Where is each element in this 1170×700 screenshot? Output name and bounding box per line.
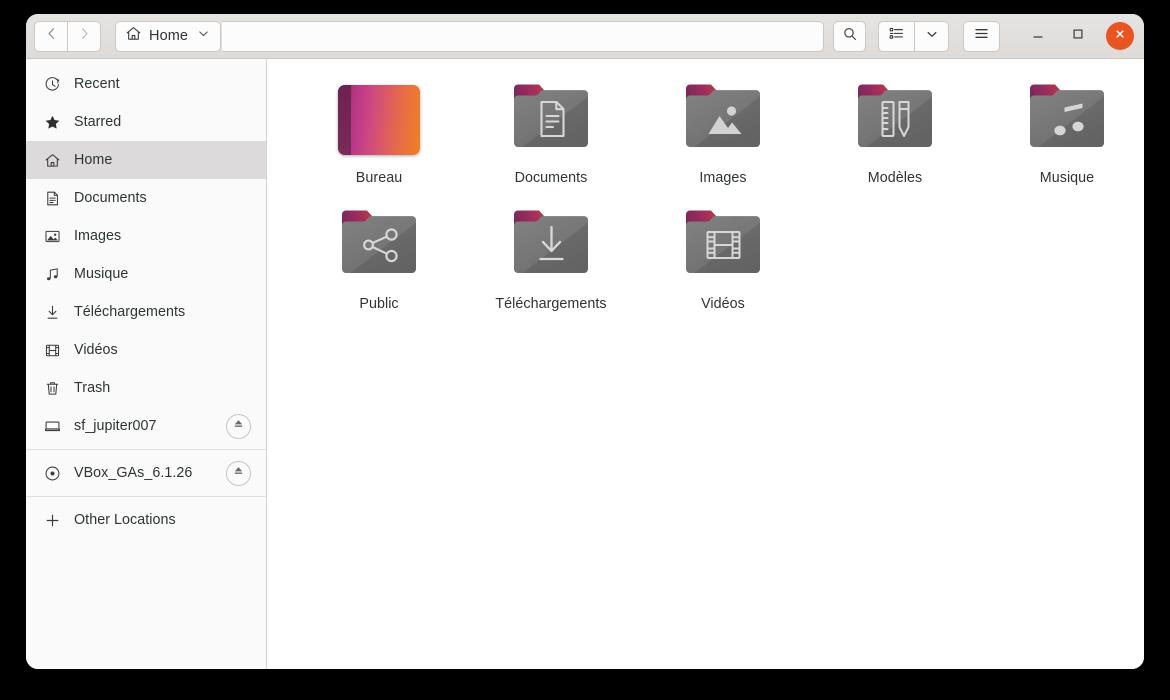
folder-icon	[852, 75, 938, 161]
maximize-icon	[1070, 26, 1086, 47]
home-icon	[43, 151, 61, 169]
eject-button[interactable]	[226, 413, 251, 439]
sidebar-item-label: Vidéos	[74, 342, 118, 358]
sidebar-item-home[interactable]: Home	[26, 141, 266, 179]
folder-icon	[680, 201, 766, 287]
chevron-down-icon	[925, 27, 939, 46]
sidebar-item-sf-jupiter007[interactable]: sf_jupiter007	[26, 407, 266, 445]
minimize-button[interactable]	[1024, 22, 1052, 50]
wallpaper-thumbnail	[338, 85, 420, 155]
eject-button[interactable]	[226, 460, 251, 486]
hamburger-menu-icon	[973, 25, 990, 47]
disc-icon	[43, 464, 61, 482]
file-item-label: Bureau	[355, 170, 403, 186]
maximize-button[interactable]	[1064, 22, 1092, 50]
sidebar-item-label: Musique	[74, 266, 129, 282]
file-item[interactable]: Public	[293, 199, 465, 312]
sidebar-item-label: VBox_GAs_6.1.26	[74, 465, 193, 481]
headerbar: Home	[26, 14, 1144, 59]
icon-grid: Bureau Documents Images Modèles Musique Publi…	[293, 73, 1134, 312]
sidebar-separator	[26, 496, 266, 497]
drive-icon	[43, 417, 61, 435]
forward-button[interactable]	[67, 20, 101, 52]
file-item[interactable]: Modèles	[809, 73, 981, 186]
view-controls	[878, 20, 949, 52]
sidebar-item-starred[interactable]: Starred	[26, 103, 266, 141]
home-icon	[125, 25, 142, 47]
sidebar-item-trash[interactable]: Trash	[26, 369, 266, 407]
file-item-label: Images	[699, 170, 747, 186]
file-item[interactable]: Vidéos	[637, 199, 809, 312]
close-button[interactable]	[1106, 22, 1134, 50]
window-body: Recent Starred Home Documents Images Musique T…	[26, 59, 1144, 669]
clock-icon	[43, 75, 61, 93]
image-icon	[43, 227, 61, 245]
folder-icon	[336, 201, 422, 287]
sidebar: Recent Starred Home Documents Images Musique T…	[26, 59, 267, 669]
sidebar-item-musique[interactable]: Musique	[26, 255, 266, 293]
file-item-label: Modèles	[867, 170, 923, 186]
video-icon	[43, 341, 61, 359]
chevron-down-icon	[197, 27, 210, 45]
eject-icon	[232, 464, 245, 482]
chevron-left-icon	[44, 26, 59, 46]
music-icon	[43, 265, 61, 283]
file-item[interactable]: Téléchargements	[465, 199, 637, 312]
pathbar-label: Home	[149, 28, 189, 44]
sidebar-item-vbox-gas-6-1-26[interactable]: VBox_GAs_6.1.26	[26, 454, 266, 492]
navigation-buttons	[34, 20, 101, 52]
file-item[interactable]: Bureau	[293, 73, 465, 186]
file-item[interactable]: Musique	[981, 73, 1144, 186]
folder-icon	[1024, 75, 1110, 161]
file-item[interactable]: Documents	[465, 73, 637, 186]
sidebar-item-images[interactable]: Images	[26, 217, 266, 255]
document-icon	[43, 189, 61, 207]
close-icon	[1113, 27, 1127, 46]
plus-icon	[43, 511, 61, 529]
location-entry[interactable]	[222, 20, 824, 52]
download-icon	[43, 303, 61, 321]
minimize-icon	[1030, 26, 1046, 47]
file-item-label: Musique	[1039, 170, 1095, 186]
main-menu-button[interactable]	[963, 20, 1000, 52]
back-button[interactable]	[34, 20, 68, 52]
search-icon	[842, 26, 858, 47]
sidebar-item-label: Recent	[74, 76, 120, 92]
sidebar-item-label: Starred	[74, 114, 122, 130]
chevron-right-icon	[77, 26, 92, 46]
list-view-icon	[888, 25, 905, 47]
sidebar-item-other-locations[interactable]: Other Locations	[26, 501, 266, 539]
eject-icon	[232, 417, 245, 435]
file-item-label: Documents	[514, 170, 588, 186]
sidebar-separator	[26, 449, 266, 450]
folder-icon	[508, 75, 594, 161]
sidebar-item-label: Other Locations	[74, 512, 176, 528]
sidebar-item-label: Trash	[74, 380, 111, 396]
picture-thumbnail	[336, 75, 422, 161]
folder-icon	[508, 201, 594, 287]
search-button[interactable]	[833, 20, 866, 52]
sidebar-item-recent[interactable]: Recent	[26, 65, 266, 103]
file-manager-window: Home Recent Starred Home Documents Image…	[26, 14, 1144, 669]
view-options-dropdown-button[interactable]	[914, 20, 949, 52]
file-item-label: Vidéos	[701, 296, 745, 312]
sidebar-item-documents[interactable]: Documents	[26, 179, 266, 217]
sidebar-item-vid-os[interactable]: Vidéos	[26, 331, 266, 369]
sidebar-item-label: Home	[74, 152, 113, 168]
pathbar-home-button[interactable]: Home	[115, 20, 222, 52]
file-item-label: Public	[359, 296, 399, 312]
list-view-button[interactable]	[878, 20, 915, 52]
trash-icon	[43, 379, 61, 397]
sidebar-item-label: sf_jupiter007	[74, 418, 157, 434]
file-view[interactable]: Bureau Documents Images Modèles Musique Publi…	[267, 59, 1144, 669]
folder-icon	[680, 75, 766, 161]
file-item[interactable]: Images	[637, 73, 809, 186]
star-icon	[43, 113, 61, 131]
sidebar-item-label: Téléchargements	[74, 304, 186, 320]
sidebar-item-label: Documents	[74, 190, 147, 206]
sidebar-item-label: Images	[74, 228, 122, 244]
file-item-label: Téléchargements	[495, 296, 607, 312]
headerbar-right-controls	[878, 20, 1136, 52]
sidebar-item-t-l-chargements[interactable]: Téléchargements	[26, 293, 266, 331]
